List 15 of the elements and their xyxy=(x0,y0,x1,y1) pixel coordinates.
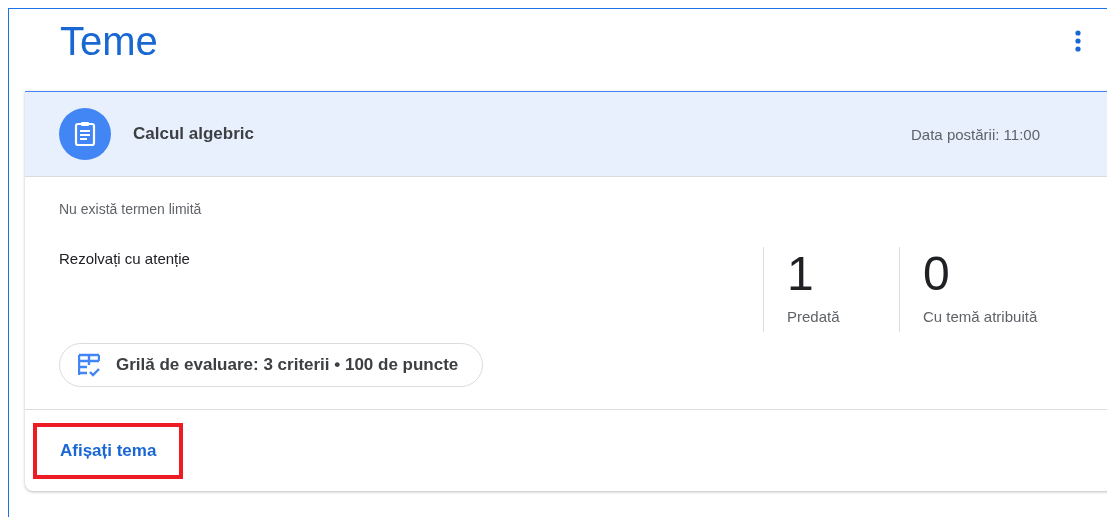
stat-label: Cu temă atribuită xyxy=(923,308,1039,325)
more-options-icon[interactable] xyxy=(1075,29,1081,53)
stat-count: 0 xyxy=(923,247,951,301)
clipboard-icon xyxy=(59,108,111,160)
due-date: Nu există termen limită xyxy=(59,201,203,217)
instructions: Rezolvați cu atenție xyxy=(59,250,191,269)
view-assignment-link[interactable]: Afișați tema xyxy=(33,423,184,479)
card-header[interactable]: Calcul algebric Data postării: 11:00 xyxy=(25,91,1107,177)
posted-time: Data postării: 11:00 xyxy=(911,125,1040,143)
rubric-chip[interactable]: Grilă de evaluare: 3 criterii • 100 de puncte xyxy=(59,343,484,387)
stat-label: Predată xyxy=(787,308,841,325)
assignment-title: Calcul algebric xyxy=(133,124,255,144)
rubric-icon xyxy=(78,353,100,377)
page-title: Teme xyxy=(60,18,158,64)
stat-count: 1 xyxy=(787,247,815,301)
